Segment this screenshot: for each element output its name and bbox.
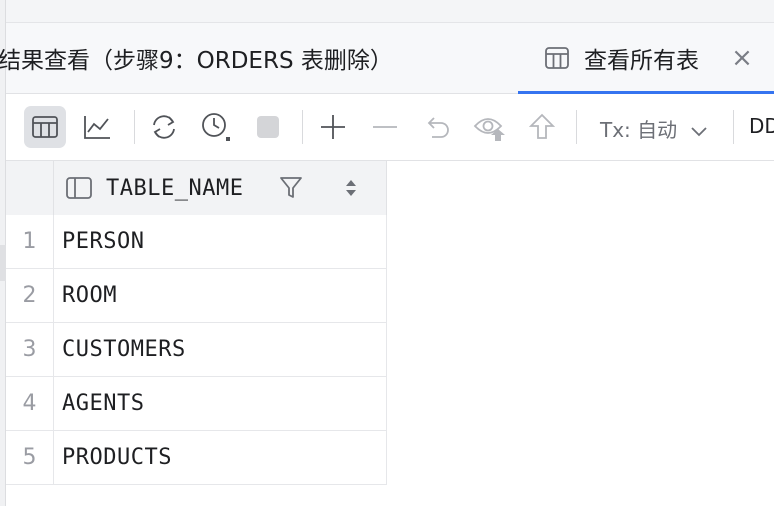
submit-button[interactable] <box>521 106 563 148</box>
table-row[interactable]: 3 CUSTOMERS <box>6 323 387 377</box>
stop-icon <box>257 116 279 138</box>
tab-result-view-label: 结果查看（步骤9：ORDERS 表删除） <box>0 48 393 74</box>
table-row[interactable]: 2 ROOM <box>6 269 387 323</box>
table-row[interactable]: 1 PERSON <box>6 215 387 269</box>
column-header-table-name[interactable]: TABLE_NAME <box>54 161 387 215</box>
grid-header: TABLE_NAME <box>6 161 387 215</box>
column-header-label: TABLE_NAME <box>106 175 244 201</box>
table-view-button[interactable] <box>24 106 66 148</box>
filter-icon[interactable] <box>278 175 304 201</box>
row-number-header <box>6 161 54 215</box>
refresh-icon <box>153 115 175 139</box>
row-number: 5 <box>6 431 54 484</box>
sort-icon[interactable] <box>344 178 358 198</box>
tab-view-all-tables-label: 查看所有表 <box>584 48 699 74</box>
toolbar-separator <box>576 110 577 144</box>
table-cell[interactable]: PRODUCTS <box>54 431 387 484</box>
tab-result-view[interactable]: 结果查看（步骤9：ORDERS 表删除） <box>0 23 498 93</box>
delete-row-button[interactable] <box>364 106 406 148</box>
row-number: 1 <box>6 215 54 268</box>
ddl-button[interactable]: DD <box>749 114 774 138</box>
toolbar-separator <box>302 110 303 144</box>
undo-icon <box>427 117 449 138</box>
close-icon[interactable]: × <box>730 45 754 71</box>
table-cell[interactable]: AGENTS <box>54 377 387 430</box>
clock-icon <box>202 113 230 141</box>
minus-icon <box>373 126 397 128</box>
row-number: 3 <box>6 323 54 376</box>
add-row-button[interactable] <box>312 106 354 148</box>
row-number: 2 <box>6 269 54 322</box>
preview-changes-button[interactable] <box>469 106 511 148</box>
toolbar-separator <box>733 110 734 144</box>
arrow-up-icon <box>529 113 555 139</box>
row-number: 4 <box>6 377 54 430</box>
line-chart-icon <box>84 116 110 139</box>
stop-button[interactable] <box>247 106 289 148</box>
chart-view-button[interactable] <box>76 106 118 148</box>
revert-button[interactable] <box>416 106 458 148</box>
transaction-mode-dropdown[interactable]: Tx: 自动 <box>600 114 708 143</box>
toolbar-separator <box>134 110 135 144</box>
history-button[interactable] <box>195 106 237 148</box>
table-cell[interactable]: CUSTOMERS <box>54 323 387 376</box>
table-icon <box>545 47 569 69</box>
table-row[interactable]: 4 AGENTS <box>6 377 387 431</box>
chevron-down-icon <box>690 126 707 136</box>
refresh-button[interactable] <box>143 106 185 148</box>
editor-tab-bar: 结果查看（步骤9：ORDERS 表删除） 查看所有表 × <box>0 23 774 94</box>
table-row[interactable]: 5 PRODUCTS <box>6 431 387 485</box>
column-icon <box>66 177 92 199</box>
top-strip <box>6 0 774 23</box>
tab-view-all-tables[interactable]: 查看所有表 × <box>518 23 774 94</box>
eye-upload-icon <box>473 118 505 141</box>
results-grid: TABLE_NAME 1 PERSON 2 ROOM 3 CUSTOMERS 4… <box>6 161 387 485</box>
transaction-mode-label: Tx: 自动 <box>600 118 678 142</box>
table-cell[interactable]: ROOM <box>54 269 387 322</box>
table-cell[interactable]: PERSON <box>54 215 387 268</box>
table-icon <box>32 116 58 138</box>
plus-icon <box>321 115 345 139</box>
results-toolbar: Tx: 自动 DD <box>6 94 774 161</box>
